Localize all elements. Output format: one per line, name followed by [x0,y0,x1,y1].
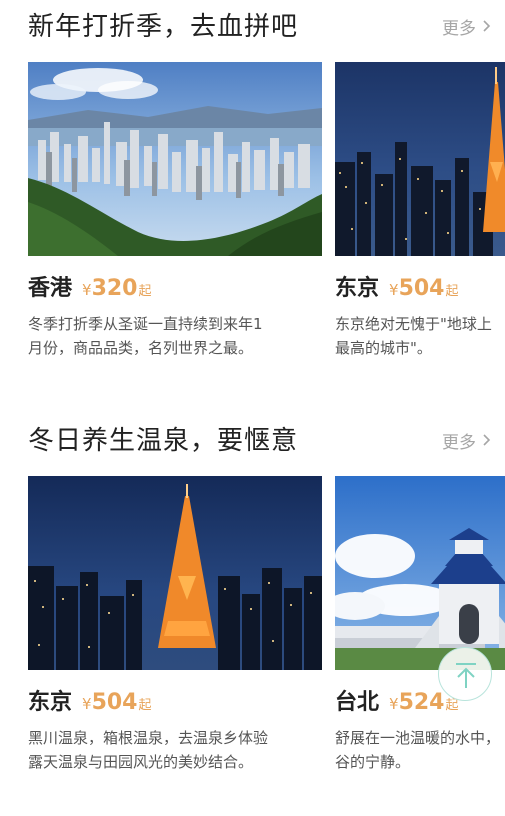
currency-symbol: ¥ [389,281,399,299]
destination-photo[interactable] [28,62,322,256]
card-info: 香港 ¥320起 [28,270,152,302]
description-line: 露天温泉与田园风光的美妙结合。 [28,753,254,771]
price-value: 504 [91,690,138,715]
description-line: 冬季打折季从圣诞一直持续到来年1 [28,315,263,333]
city-name: 东京 [28,690,73,715]
section-title: 新年打折季，去血拼吧 [28,12,299,42]
destination-photo[interactable] [335,62,505,256]
description-line: 最高的城市"。 [335,339,432,357]
chevron-right-icon [482,432,491,452]
description-line: 谷的宁静。 [335,753,411,771]
description-line: 东京绝对无愧于"地球上 [335,315,492,333]
section-title: 冬日养生温泉，要惬意 [28,426,299,456]
price-tag: ¥504起 [389,276,459,301]
destination-photo[interactable] [28,476,322,670]
price-tag: ¥320起 [82,276,152,301]
currency-symbol: ¥ [82,281,92,299]
card-description: 舒展在一池温暖的水中， 谷的宁静。 [335,726,505,774]
destination-card-tokyo[interactable]: 东京 ¥504起 黑川温泉，箱根温泉，去温泉乡体验 露天温泉与田园风光的美妙结合。 [28,476,322,771]
city-name: 香港 [28,276,73,301]
back-to-top-button[interactable] [438,647,492,701]
arrow-up-icon [456,663,476,688]
price-suffix: 起 [445,284,459,299]
city-name: 东京 [335,276,380,301]
description-line: 舒展在一池温暖的水中， [335,729,501,747]
destination-card-tokyo[interactable]: 东京 ¥504起 东京绝对无愧于"地球上 最高的城市"。 [335,62,505,357]
price-value: 504 [398,276,445,301]
destination-card-hongkong[interactable]: 香港 ¥320起 冬季打折季从圣诞一直持续到来年1 月份，商品品类，名列世界之最。 [28,62,322,357]
card-carousel[interactable]: 东京 ¥504起 黑川温泉，箱根温泉，去温泉乡体验 露天温泉与田园风光的美妙结合。 [0,476,505,816]
card-info: 东京 ¥504起 [335,270,459,302]
price-value: 524 [398,690,445,715]
more-label: 更多 [442,19,476,39]
price-value: 320 [91,276,138,301]
currency-symbol: ¥ [82,695,92,713]
card-description: 黑川温泉，箱根温泉，去温泉乡体验 露天温泉与田园风光的美妙结合。 [28,726,322,774]
card-description: 东京绝对无愧于"地球上 最高的城市"。 [335,312,505,360]
destination-card-taipei[interactable]: 台北 ¥524起 舒展在一池温暖的水中， 谷的宁静。 [335,476,505,771]
price-suffix: 起 [138,284,152,299]
more-link[interactable]: 更多 [442,428,491,453]
destination-photo[interactable] [335,476,505,670]
card-description: 冬季打折季从圣诞一直持续到来年1 月份，商品品类，名列世界之最。 [28,312,322,360]
price-tag: ¥504起 [82,690,152,715]
currency-symbol: ¥ [389,695,399,713]
chevron-right-icon [482,18,491,38]
city-name: 台北 [335,690,380,715]
card-carousel[interactable]: 香港 ¥320起 冬季打折季从圣诞一直持续到来年1 月份，商品品类，名列世界之最。 [0,62,505,402]
more-label: 更多 [442,433,476,453]
description-line: 月份，商品品类，名列世界之最。 [28,339,254,357]
price-suffix: 起 [138,698,152,713]
description-line: 黑川温泉，箱根温泉，去温泉乡体验 [28,729,269,747]
card-info: 东京 ¥504起 [28,684,152,716]
more-link[interactable]: 更多 [442,14,491,39]
